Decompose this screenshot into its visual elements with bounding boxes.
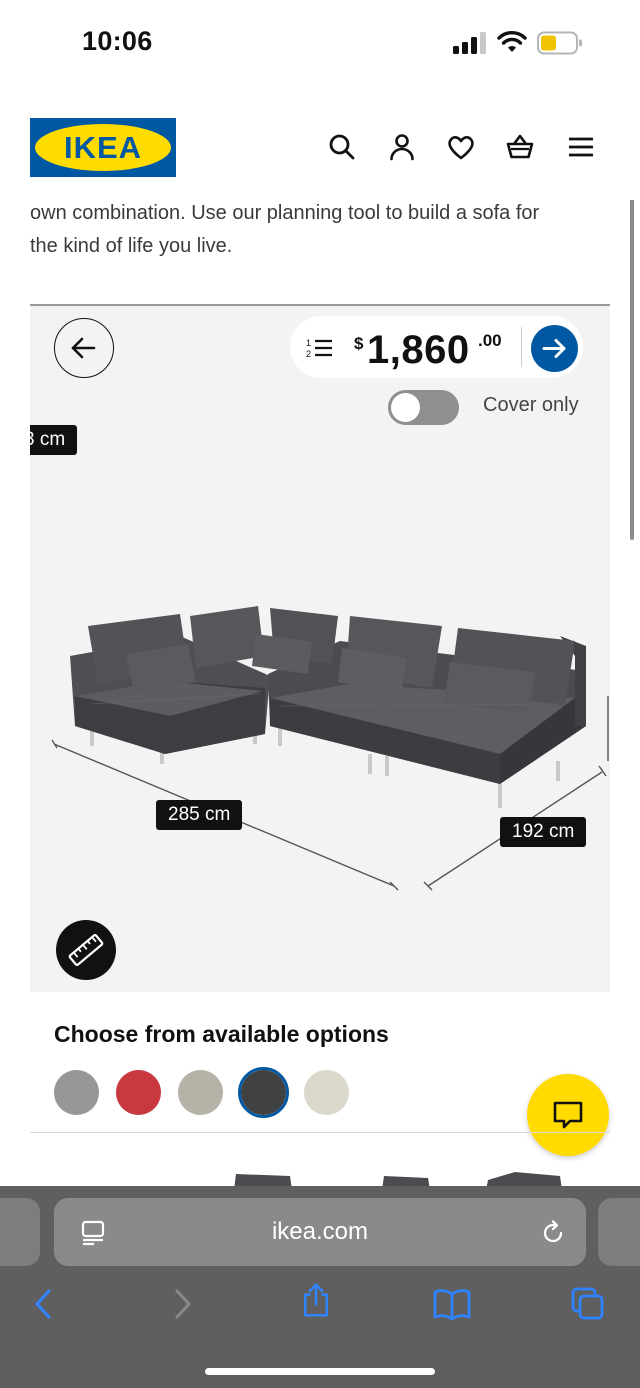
forward-nav-icon[interactable] — [164, 1286, 200, 1322]
tabs-icon[interactable] — [570, 1286, 606, 1322]
color-swatch[interactable] — [116, 1070, 161, 1115]
previous-tab-preview[interactable] — [0, 1198, 40, 1266]
page-scrollbar[interactable] — [630, 160, 634, 540]
intro-text: own combination. Use our planning tool t… — [30, 197, 610, 263]
status-time: 10:06 — [82, 26, 153, 56]
color-swatch[interactable] — [304, 1070, 349, 1115]
color-swatch[interactable] — [241, 1070, 286, 1115]
dimension-width-label: 285 cm — [156, 800, 243, 830]
home-indicator[interactable] — [205, 1368, 435, 1375]
back-nav-icon[interactable] — [26, 1286, 62, 1322]
price-summary-pill: 1 2 $ 1,860 .00 — [290, 316, 583, 378]
svg-text:2: 2 — [306, 349, 311, 359]
price-value: 1,860 — [367, 328, 470, 372]
share-icon[interactable] — [298, 1282, 334, 1318]
color-swatch[interactable] — [178, 1070, 223, 1115]
numbered-list-icon[interactable]: 1 2 — [306, 336, 334, 360]
heart-icon[interactable] — [446, 132, 476, 162]
bookmarks-icon[interactable] — [432, 1286, 472, 1322]
wifi-icon — [497, 31, 527, 52]
browser-toolbar: ikea.com — [0, 1186, 640, 1388]
pill-separator — [521, 327, 522, 367]
dimension-height-label: 3 cm — [30, 425, 78, 455]
toggle-knob — [391, 393, 420, 422]
price-decimals: .00 — [478, 331, 502, 350]
svg-text:1: 1 — [306, 338, 311, 348]
basket-icon[interactable] — [505, 132, 535, 162]
cellular-signal-icon — [453, 32, 486, 54]
arrow-right-icon — [542, 339, 566, 358]
ruler-icon — [68, 933, 104, 967]
site-header: IKEA — [0, 90, 640, 200]
chat-icon — [553, 1101, 583, 1129]
options-heading: Choose from available options — [54, 1021, 389, 1047]
address-bar[interactable]: ikea.com — [54, 1198, 586, 1266]
continue-button[interactable] — [531, 325, 578, 372]
url-text: ikea.com — [271, 1218, 369, 1245]
sofa-illustration — [51, 606, 609, 891]
intro-line-1: own combination. Use our planning tool t… — [30, 202, 540, 224]
reload-icon[interactable] — [540, 1220, 566, 1246]
color-swatch[interactable] — [54, 1070, 99, 1115]
back-button[interactable] — [54, 318, 114, 378]
menu-icon[interactable] — [566, 132, 596, 162]
dimension-depth-label: 192 cm — [500, 817, 587, 847]
arrow-left-icon — [71, 337, 95, 358]
battery-icon — [537, 31, 582, 55]
search-icon[interactable] — [327, 132, 357, 162]
options-divider — [30, 1132, 610, 1133]
profile-icon[interactable] — [387, 132, 417, 162]
sofa-planner-panel: 1 2 $ 1,860 .00 Cover only 3 cm — [30, 306, 610, 992]
status-bar: 10:06 — [0, 0, 640, 90]
chat-button[interactable] — [527, 1074, 609, 1156]
next-tab-preview[interactable] — [598, 1198, 640, 1266]
cover-only-toggle[interactable] — [388, 390, 459, 425]
cover-only-label: Cover only — [483, 394, 579, 416]
measure-toggle-button[interactable] — [56, 920, 116, 980]
logo-text: IKEA — [63, 130, 143, 165]
price-currency: $ — [354, 334, 364, 353]
intro-line-2: the kind of life you live. — [30, 235, 233, 257]
ikea-logo[interactable]: IKEA — [30, 118, 176, 177]
